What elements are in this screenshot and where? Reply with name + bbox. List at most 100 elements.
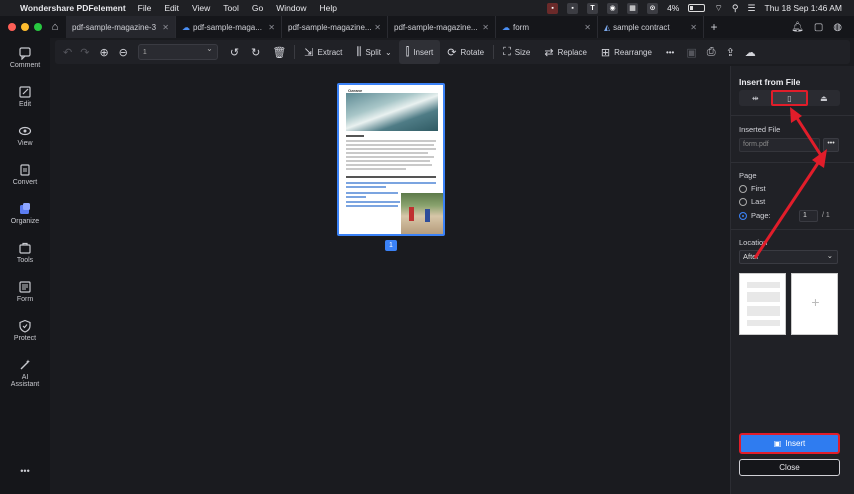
- tab-label: form: [513, 22, 529, 32]
- status-app-icon[interactable]: ▪: [567, 2, 579, 14]
- menu-tool[interactable]: Tool: [223, 3, 239, 13]
- app-name-menu[interactable]: Wondershare PDFelement: [20, 3, 126, 13]
- radio-page-label: Page:: [751, 211, 771, 220]
- sidebar-item-form[interactable]: Form: [0, 280, 50, 303]
- sidebar-label: Edit: [18, 101, 32, 108]
- more-options-icon[interactable]: •••: [0, 466, 50, 476]
- sidebar-item-ai-assistant[interactable]: AI Assistant: [0, 358, 50, 388]
- zoom-out-icon[interactable]: ⊖: [115, 40, 132, 64]
- sidebar-item-convert[interactable]: Convert: [0, 163, 50, 186]
- zoom-in-icon[interactable]: ⊕: [93, 40, 114, 64]
- sidebar-item-organize[interactable]: Organize: [0, 202, 50, 225]
- page-select[interactable]: 1: [137, 44, 218, 60]
- convert-icon: [20, 164, 30, 176]
- insert-blank-page-icon[interactable]: ⇹: [739, 90, 771, 106]
- new-tab-icon[interactable]: +: [704, 20, 724, 34]
- insert-button[interactable]: ▣ Insert: [739, 433, 840, 454]
- extract-button[interactable]: ⇲ Extract: [297, 40, 349, 64]
- page-thumbnail[interactable]: Ozeane: [337, 83, 445, 236]
- close-tab-icon[interactable]: ✕: [162, 23, 169, 32]
- cloud-icon: ☁: [182, 22, 190, 32]
- close-tab-icon[interactable]: ✕: [482, 23, 489, 32]
- rotate-right-icon[interactable]: ↻: [245, 40, 266, 64]
- rotate-button[interactable]: ⟳ Rotate: [440, 40, 491, 64]
- search-icon[interactable]: ⚲: [732, 3, 739, 14]
- divider: [493, 45, 495, 59]
- tab-sample-contract[interactable]: ◭ sample contract ✕: [598, 16, 704, 38]
- text-line: [346, 144, 434, 146]
- undo-icon[interactable]: ↶: [55, 40, 76, 64]
- comment-icon: [19, 47, 31, 60]
- radio-page[interactable]: Page:: [739, 211, 771, 220]
- sidebar-item-edit[interactable]: Edit: [0, 85, 50, 108]
- control-center-icon[interactable]: ☰: [747, 3, 755, 14]
- close-tab-icon[interactable]: ✕: [690, 23, 697, 32]
- radio-circle[interactable]: [739, 197, 747, 206]
- user-avatar-icon[interactable]: ◍: [833, 22, 842, 33]
- cloud-upload-icon[interactable]: ☁: [740, 40, 761, 64]
- insert-from-file-icon[interactable]: ▯: [771, 90, 808, 106]
- insert-toolbar-button[interactable]: ⫿ Insert: [398, 40, 441, 64]
- bell-icon[interactable]: 🔔︎: [791, 22, 804, 33]
- clock[interactable]: Thu 18 Sep 1:46 AM: [765, 3, 843, 13]
- redo-icon[interactable]: ↷: [76, 40, 93, 64]
- tab-pdf-sample-magazine[interactable]: pdf-sample-magazine... ✕: [282, 16, 388, 38]
- status-app-icon[interactable]: ◉: [607, 2, 619, 14]
- extract-icon: ⇲: [304, 46, 314, 59]
- wifi-icon[interactable]: ⌔: [714, 3, 722, 14]
- tab-pdf-sample-magazine-3[interactable]: pdf-sample-magazine-3 ✕: [66, 16, 176, 38]
- close-tab-icon[interactable]: ✕: [268, 23, 275, 32]
- status-app-icon[interactable]: ▦: [627, 2, 639, 14]
- eye-icon: [18, 126, 32, 136]
- sidebar-item-view[interactable]: View: [0, 124, 50, 147]
- close-window-icon[interactable]: [8, 23, 16, 31]
- insert-scanner-icon[interactable]: ⏏: [808, 90, 840, 106]
- share-icon[interactable]: ⇪: [721, 40, 740, 64]
- radio-first[interactable]: First: [739, 184, 766, 193]
- more-options-icon[interactable]: •••: [659, 40, 681, 64]
- close-tab-icon[interactable]: ✕: [374, 23, 381, 32]
- status-t-icon[interactable]: T: [587, 2, 599, 14]
- location-select[interactable]: After ⌄: [739, 250, 838, 264]
- browse-file-button[interactable]: •••: [823, 138, 839, 152]
- page-number-input[interactable]: 1: [799, 210, 818, 222]
- menu-view[interactable]: View: [192, 3, 210, 13]
- radio-circle[interactable]: [739, 184, 747, 193]
- tab-pdf-sample-magazine[interactable]: pdf-sample-magazine... ✕: [388, 16, 496, 38]
- menu-help[interactable]: Help: [319, 3, 336, 13]
- sidebar-item-protect[interactable]: Protect: [0, 319, 50, 342]
- sidebar-item-comment[interactable]: Comment: [0, 46, 50, 69]
- rotate-left-icon[interactable]: ↺: [224, 40, 245, 64]
- split-button[interactable]: ⫼ Split ⌄: [349, 40, 398, 64]
- account-icon[interactable]: ▢: [814, 22, 823, 33]
- menu-window[interactable]: Window: [276, 3, 306, 13]
- insert-file-icon: ▣: [773, 439, 782, 448]
- tab-label: pdf-sample-magazine-3: [72, 22, 157, 32]
- menu-file[interactable]: File: [138, 3, 152, 13]
- status-app-icon[interactable]: ▪: [547, 2, 559, 14]
- close-tab-icon[interactable]: ✕: [584, 23, 591, 32]
- menu-go[interactable]: Go: [252, 3, 263, 13]
- plus-icon: +: [811, 294, 820, 310]
- minimize-window-icon[interactable]: [21, 23, 29, 31]
- sidebar-label: Tools: [16, 257, 34, 264]
- tab-pdf-sample-maga[interactable]: ☁ pdf-sample-maga... ✕: [176, 16, 282, 38]
- radio-last[interactable]: Last: [739, 197, 765, 206]
- replace-button[interactable]: ⇄ Replace: [537, 40, 594, 64]
- zoom-window-icon[interactable]: [34, 23, 42, 31]
- delete-icon[interactable]: 🗑︎: [266, 40, 292, 64]
- print-icon[interactable]: ⎙: [702, 40, 721, 64]
- tab-form[interactable]: ☁ form ✕: [496, 16, 598, 38]
- rearrange-button[interactable]: ⊞ Rearrange: [594, 40, 659, 64]
- sidebar-item-tools[interactable]: Tools: [0, 241, 50, 264]
- close-button[interactable]: Close: [739, 459, 840, 476]
- battery-icon[interactable]: [688, 4, 706, 12]
- status-app-icon[interactable]: ⊙: [647, 2, 659, 14]
- size-button[interactable]: ⛶ Size: [496, 40, 537, 64]
- inserted-file-field[interactable]: form.pdf: [739, 138, 820, 152]
- home-icon[interactable]: ⌂: [44, 21, 66, 33]
- radio-circle-selected[interactable]: [739, 211, 747, 220]
- insert-panel: Insert from File ⇹ ▯ ⏏ Inserted File for…: [730, 66, 854, 494]
- save-icon[interactable]: ▣: [681, 40, 701, 64]
- menu-edit[interactable]: Edit: [164, 3, 179, 13]
